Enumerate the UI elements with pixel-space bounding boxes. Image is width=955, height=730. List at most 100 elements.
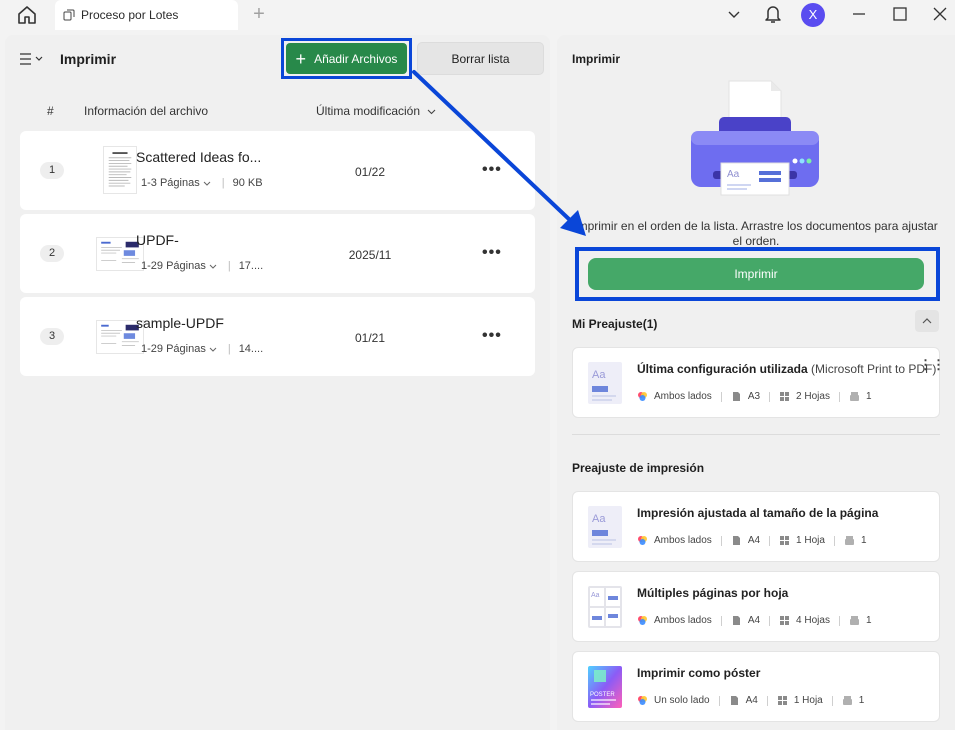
preset-paper: A3 [747,391,761,402]
add-files-label: Añadir Archivos [314,51,398,66]
bell-icon[interactable] [764,4,782,24]
paper-icon [732,616,740,625]
preset-copies: 1 [865,615,872,626]
color-icon [638,392,647,401]
file-thumbnail [103,146,137,194]
separator [718,695,720,706]
chevron-up-icon [922,318,932,324]
close-icon[interactable] [932,6,948,22]
separator: | [227,343,231,355]
svg-text:Aa: Aa [592,369,606,381]
preset-title: Última configuración utilizada (Microsof… [637,362,936,376]
layout-icon [780,392,790,401]
color-icon [638,536,647,545]
chevron-down-icon[interactable] [727,7,741,21]
my-presets-count: (1) [642,317,658,331]
file-row[interactable]: 3 sample-UPDF 1-29 Páginas | 14.... 01/2… [20,297,535,376]
separator [720,615,722,626]
preset-card-fit-page[interactable]: Aa Impresión ajustada al tamaño de la pá… [572,491,940,562]
maximize-icon[interactable] [892,6,908,22]
preset-thumbnail: Aa [588,506,622,548]
preset-name: Múltiples páginas por hoja [637,586,789,600]
preset-sheets: 1 Hoja [793,695,823,706]
preset-meta: Ambos lados A4 1 Hoja 1 [637,535,867,546]
preset-thumbnail: POSTER [588,666,622,708]
more-options-icon[interactable]: ••• [482,244,502,262]
my-presets-title: Mi Preajuste(1) [572,317,657,331]
more-options-icon[interactable]: ⋮⋮ [919,357,945,373]
separator [720,535,722,546]
preset-card-last-used[interactable]: Aa Última configuración utilizada (Micro… [572,347,945,418]
chevron-down-icon[interactable] [209,264,217,269]
plus-icon: + [295,48,307,69]
separator [833,535,835,546]
print-button[interactable]: Imprimir [588,258,924,290]
home-icon[interactable] [16,5,38,25]
separator [838,391,840,402]
svg-text:Aa: Aa [591,592,600,599]
paper-icon [730,696,738,705]
column-number: # [47,104,54,118]
add-files-button[interactable]: + Añadir Archivos [286,43,407,74]
my-presets-label: Mi Preajuste [572,317,643,331]
preset-title: Impresión ajustada al tamaño de la págin… [637,506,878,520]
layout-icon [780,536,790,545]
preset-card-poster[interactable]: POSTER Imprimir como póster Un solo lado… [572,651,940,722]
separator [838,615,840,626]
clear-list-button[interactable]: Borrar lista [417,42,544,75]
file-meta: 1-29 Páginas | 17.... [141,260,263,272]
file-row[interactable]: 1 Scattered Ideas fo... 1-3 Páginas | 90… [20,131,535,210]
page-range[interactable]: 1-3 Páginas [141,177,200,189]
separator [769,615,771,626]
collapse-button[interactable] [915,310,939,332]
separator [766,695,768,706]
separator: | [227,260,231,272]
copies-icon [849,392,859,401]
preset-title: Múltiples páginas por hoja [637,586,788,600]
file-meta: 1-29 Páginas | 14.... [141,343,263,355]
preset-sheets: 2 Hojas [796,391,830,402]
preset-sides: Ambos lados [654,535,712,546]
color-icon [638,696,647,705]
row-number: 2 [40,245,64,262]
separator [831,695,833,706]
preset-paper: A4 [747,535,761,546]
batch-icon [63,9,75,21]
paper-icon [732,392,740,401]
row-number: 3 [40,328,64,345]
page-range[interactable]: 1-29 Páginas [141,343,206,355]
page-range[interactable]: 1-29 Páginas [141,260,206,272]
preset-meta: Ambos lados A4 4 Hojas 1 [637,615,872,626]
title-bar: Proceso por Lotes + X [0,0,955,30]
copies-icon [842,696,852,705]
file-date: 01/22 [354,165,386,179]
paper-icon [732,536,740,545]
preset-sides: Ambos lados [654,391,712,402]
file-size: 17.... [238,260,264,272]
column-last-modified[interactable]: Última modificación [316,104,436,118]
preset-paper: A4 [745,695,758,706]
file-row[interactable]: 2 UPDF- 1-29 Páginas | 17.... 2025/11 ••… [20,214,535,293]
chevron-down-icon[interactable] [203,181,211,186]
preset-sheets: 4 Hojas [796,615,830,626]
tab-batch-process[interactable]: Proceso por Lotes [55,0,238,30]
more-options-icon[interactable]: ••• [482,161,502,179]
layout-icon [777,696,787,705]
print-description: Imprimir en el orden de la lista. Arrast… [574,219,938,248]
chevron-down-icon[interactable] [209,347,217,352]
printer-illustration-icon: Aa [691,80,819,196]
minimize-icon[interactable] [851,6,867,22]
preset-sides: Ambos lados [654,615,712,626]
more-options-icon[interactable]: ••• [482,327,502,345]
menu-icon[interactable] [19,51,45,67]
tab-title: Proceso por Lotes [81,8,179,22]
column-last-modified-label: Última modificación [316,104,421,118]
new-tab-icon[interactable]: + [250,4,268,24]
file-size: 14.... [238,343,264,355]
panel-title: Imprimir [572,52,621,66]
avatar[interactable]: X [801,3,825,27]
file-name: UPDF- [136,232,179,248]
row-number: 1 [40,162,64,179]
separator: | [221,177,225,189]
preset-card-multiple-pages[interactable]: Aa Múltiples páginas por hoja Ambos lado… [572,571,940,642]
